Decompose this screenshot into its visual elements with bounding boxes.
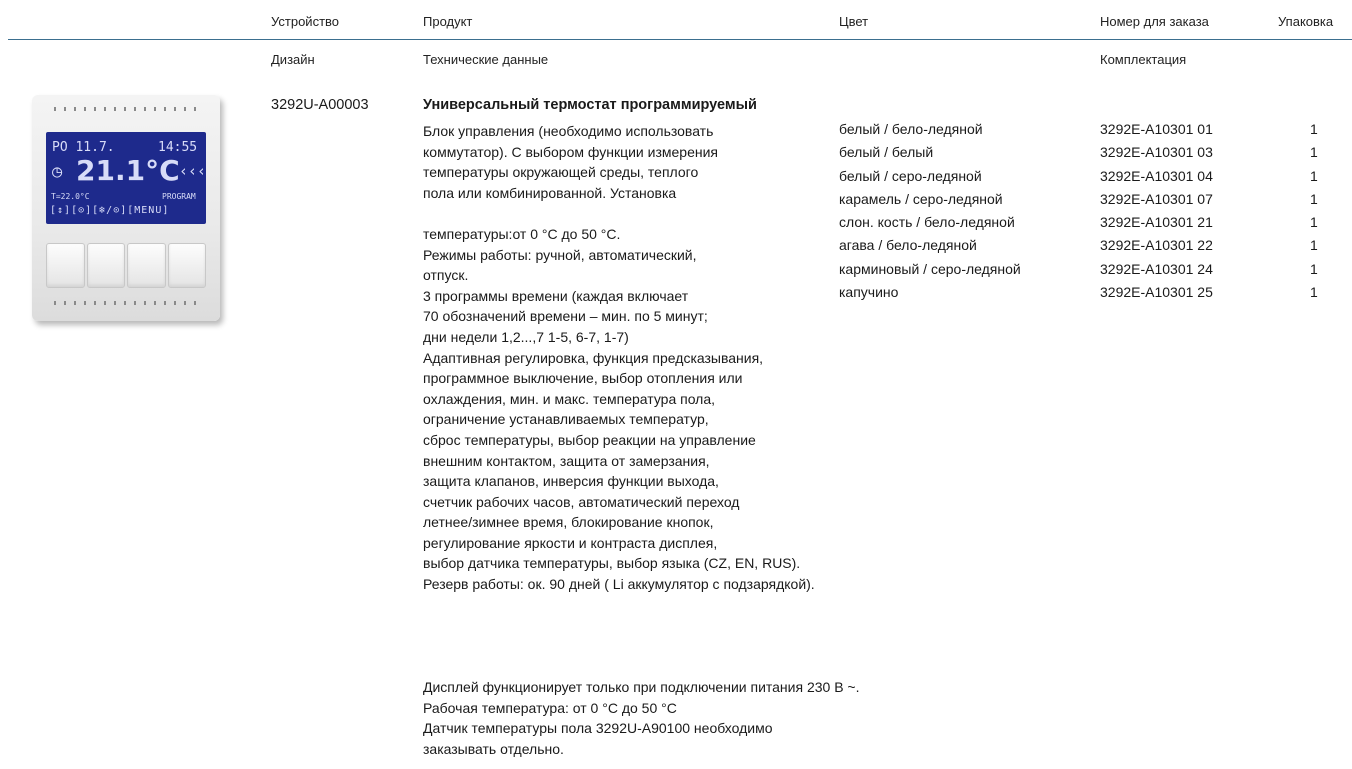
variant-order-number: 3292E-A10301 01 <box>1100 121 1213 137</box>
display-day: PO 11.7. <box>52 140 115 155</box>
header-order-number: Номер для заказа <box>1100 14 1209 29</box>
product-title: Универсальный термостат программируемый <box>423 97 757 113</box>
description-line: температуры окружающей среды, теплого <box>423 164 699 181</box>
header-device: Устройство <box>271 14 340 29</box>
description-line: счетчик рабочих часов, автоматический пе… <box>423 493 740 510</box>
variant-quantity: 1 <box>1310 214 1318 231</box>
header-rule <box>8 39 1352 40</box>
description-line: внешним контактом, защита от замерзания, <box>423 452 710 469</box>
display-setpoint: T=22.0°C <box>51 192 90 201</box>
variant-quantity: 1 <box>1310 121 1318 137</box>
header-package: Упаковка <box>1278 14 1334 29</box>
thermostat-button-1 <box>46 243 85 288</box>
variant-color: карминовый / серо-ледяной <box>839 260 1021 277</box>
variant-order-number: 3292E-A10301 24 <box>1100 260 1213 277</box>
variant-quantity: 1 <box>1310 167 1318 184</box>
variant-order-number: 3292E-A10301 04 <box>1100 167 1213 184</box>
description-line: защита клапанов, инверсия функции выхода… <box>423 473 719 490</box>
thermostat-image: PO 11.7. 14:55 ◷ 21.1°C ‹‹‹ T=22.0°C PRO… <box>32 95 224 327</box>
description-line: регулирование яркости и контраста диспле… <box>423 534 718 551</box>
variant-color: карамель / серо-ледяной <box>839 190 1003 207</box>
description-line: температуры:от 0 °C до 50 °C. <box>423 225 621 242</box>
qty-list: 1 1 1 1 1 1 1 1 <box>1310 118 1318 304</box>
thermometer-icon: [↕ <box>50 205 65 216</box>
variant-color: белый / бело-ледяной <box>839 121 983 137</box>
product-code: 3292U-A00003 <box>271 97 369 113</box>
description-line: пола или комбинированной. Установка <box>423 184 677 201</box>
description-line: 70 обозначений времени – мин. по 5 минут… <box>423 308 708 325</box>
description-line: Резерв работы: ок. 90 дней ( Li аккумуля… <box>423 576 815 593</box>
description-line: летнее/зимнее время, блокирование кнопок… <box>423 514 714 531</box>
display-icon-row: [↕][⊙][❄/⊙][MENU] <box>50 205 169 216</box>
product-notes: Дисплей функционирует только при подключ… <box>423 677 860 759</box>
wave-icon: ‹‹‹ <box>179 162 207 180</box>
display-mode: PROGRAM <box>162 192 196 201</box>
variant-color: капучино <box>839 284 899 301</box>
thermostat-buttons <box>46 243 206 288</box>
variant-order-number: 3292E-A10301 07 <box>1100 190 1213 207</box>
description-line: коммутатор). С выбором функции измерения <box>423 143 718 160</box>
description-line: отпуск. <box>423 267 469 284</box>
menu-icon: ] <box>162 205 170 216</box>
note-line: Дисплей функционирует только при подключ… <box>423 679 860 695</box>
clock-icon: ◷ <box>52 162 63 182</box>
cool-icon: ][❄/⊙][ <box>85 205 135 216</box>
description-line: ограничение устанавливаемых температур, <box>423 411 709 428</box>
description-line: Адаптивная регулировка, функция предсказ… <box>423 349 764 366</box>
header-product: Продукт <box>423 14 473 29</box>
description-line: сброс температуры, выбор реакции на упра… <box>423 431 756 448</box>
description-line <box>423 203 815 224</box>
variant-order-number: 3292E-A10301 21 <box>1100 214 1213 231</box>
display-temperature: 21.1°C <box>76 154 180 187</box>
display-menu: MENU <box>134 205 163 216</box>
variant-quantity: 1 <box>1310 284 1318 301</box>
variant-quantity: 1 <box>1310 237 1318 254</box>
description-line: дни недели 1,2...,7 1-5, 6-7, 1-7) <box>423 328 629 345</box>
header-design: Дизайн <box>271 52 315 67</box>
order-list: 3292E-A10301 01 3292E-A10301 03 3292E-A103… <box>1100 118 1213 304</box>
description-line: Режимы работы: ручной, автоматический, <box>423 246 697 263</box>
bottom-vent <box>54 301 200 305</box>
header-color: Цвет <box>839 14 869 29</box>
thermostat-button-4 <box>167 243 206 288</box>
display-time: 14:55 <box>158 140 198 155</box>
variant-order-number: 3292E-A10301 03 <box>1100 144 1213 161</box>
thermostat-button-2 <box>86 243 125 288</box>
description-line: программное выключение, выбор отопления … <box>423 370 743 387</box>
variant-color: белый / белый <box>839 144 934 161</box>
product-description: Блок управления (необходимо использовать… <box>423 121 815 595</box>
description-line: выбор датчика температуры, выбор языка (… <box>423 555 801 572</box>
variant-order-number: 3292E-A10301 25 <box>1100 284 1213 301</box>
description-line: охлаждения, мин. и макс. температура пол… <box>423 390 716 407</box>
header-set: Комплектация <box>1100 52 1187 67</box>
note-line: заказывать отдельно. <box>423 740 564 757</box>
thermostat-frame: PO 11.7. 14:55 ◷ 21.1°C ‹‹‹ T=22.0°C PRO… <box>32 95 220 321</box>
variant-quantity: 1 <box>1310 260 1318 277</box>
thermostat-display: PO 11.7. 14:55 ◷ 21.1°C ‹‹‹ T=22.0°C PRO… <box>46 132 206 224</box>
variant-quantity: 1 <box>1310 144 1318 161</box>
lock-icon: ][⊙ <box>64 205 86 216</box>
header-tech-data: Технические данные <box>423 52 549 67</box>
variant-order-number: 3292E-A10301 22 <box>1100 237 1213 254</box>
variant-color: белый / серо-ледяной <box>839 167 982 184</box>
description-line: Блок управления (необходимо использовать <box>423 123 714 139</box>
top-vent <box>54 107 200 111</box>
thermostat-button-3 <box>127 243 166 288</box>
variant-color: слон. кость / бело-ледяной <box>839 214 1015 231</box>
note-line: Датчик температуры пола 3292U-A90100 нео… <box>423 720 773 737</box>
variant-color: агава / бело-ледяной <box>839 237 977 254</box>
description-line: 3 программы времени (каждая включает <box>423 287 689 304</box>
note-line: Рабочая температура: от 0 °C до 50 °C <box>423 699 677 716</box>
variant-quantity: 1 <box>1310 190 1318 207</box>
color-list: белый / бело-ледяной белый / белый белый /… <box>839 118 1021 304</box>
